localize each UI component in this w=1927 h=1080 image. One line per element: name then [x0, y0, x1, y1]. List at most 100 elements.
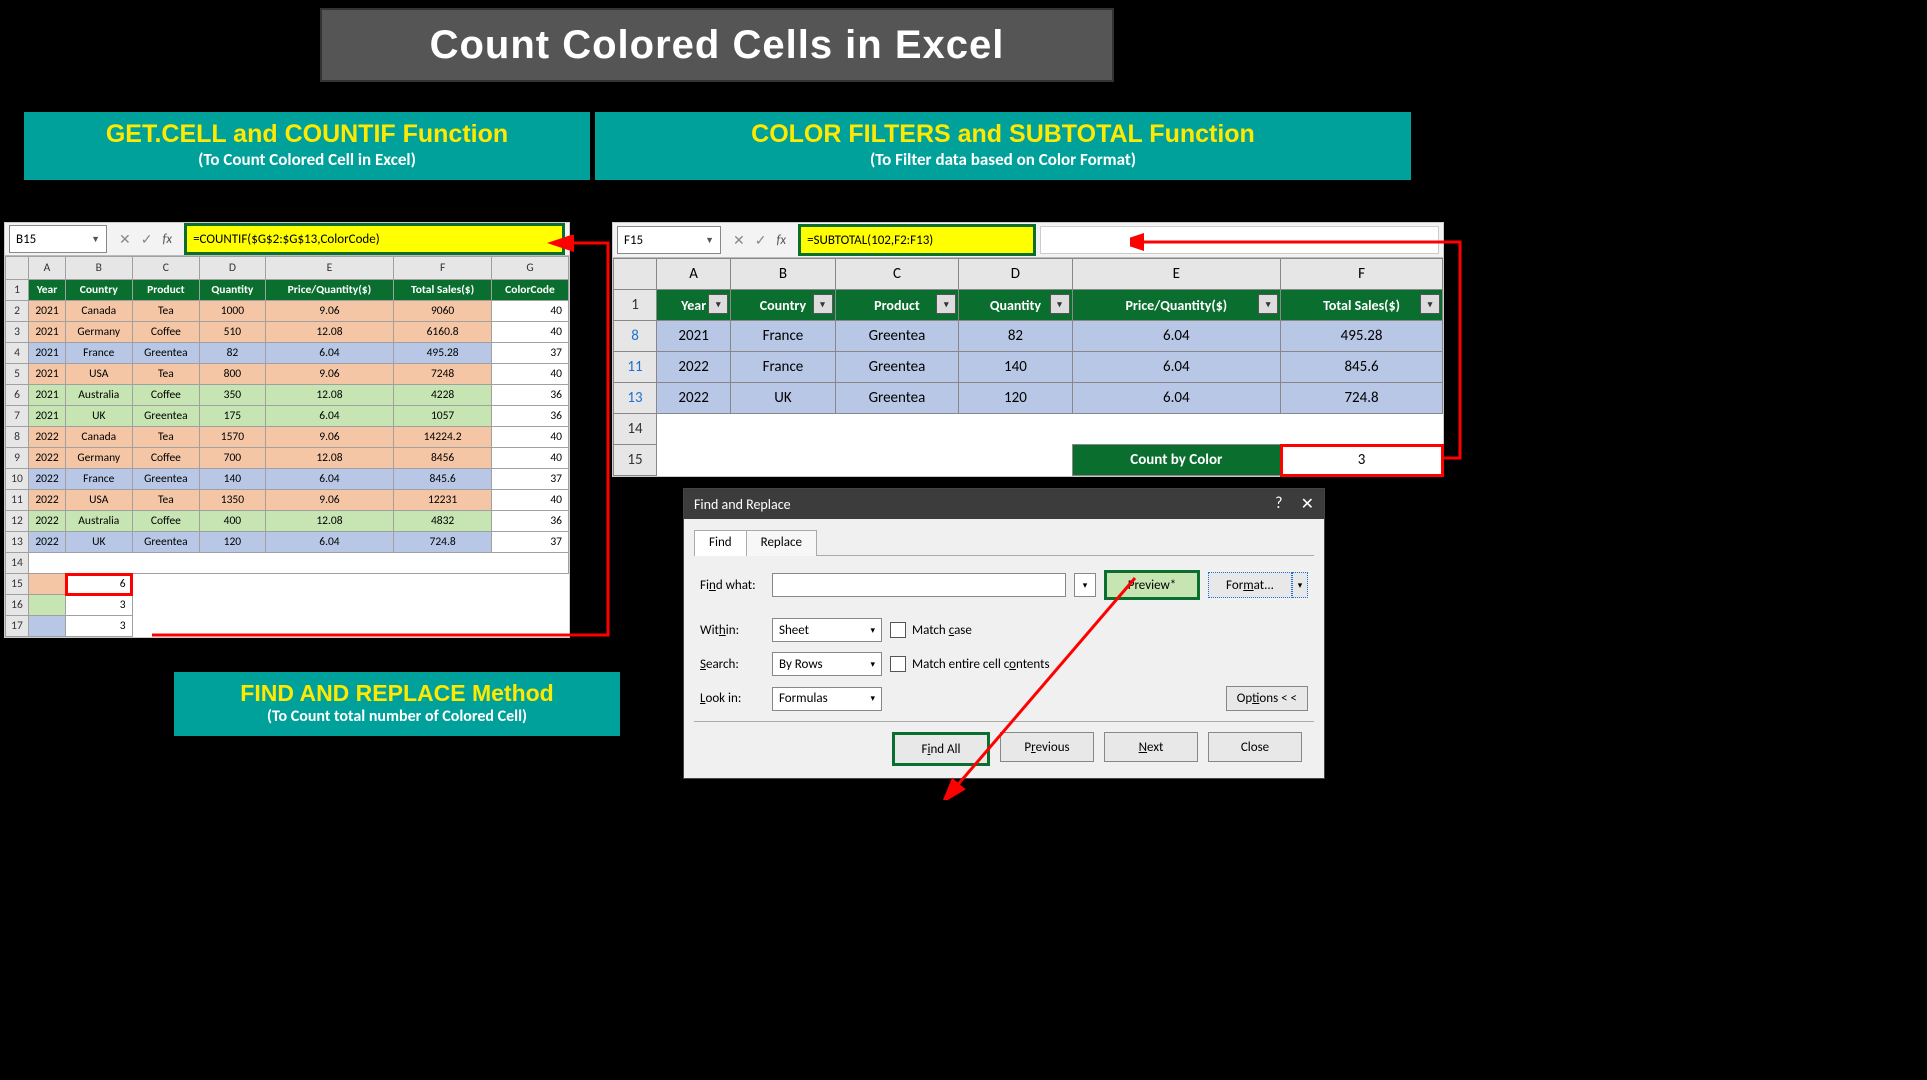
cell[interactable]: 1350 — [200, 490, 265, 511]
col-header[interactable]: E — [265, 257, 394, 280]
filter-button[interactable]: ▾ — [1420, 294, 1440, 314]
row-header[interactable]: 2 — [6, 301, 29, 322]
row-header[interactable]: 15 — [614, 445, 657, 476]
cell[interactable]: 495.28 — [394, 343, 492, 364]
cell[interactable]: 40 — [491, 490, 568, 511]
row-header[interactable]: 17 — [6, 616, 29, 637]
formula-input[interactable]: =COUNTIF($G$2:$G$13,ColorCode) — [184, 223, 565, 255]
cell[interactable]: 40 — [491, 364, 568, 385]
table-header-cell[interactable]: Quantity — [200, 280, 265, 301]
cell[interactable]: Australia — [66, 511, 133, 532]
table-header-cell[interactable]: Total Sales($)▾ — [1281, 290, 1443, 321]
cell[interactable]: UK — [66, 532, 133, 553]
cell[interactable]: 12.08 — [265, 511, 394, 532]
cell[interactable] — [29, 553, 569, 574]
col-header[interactable]: D — [959, 259, 1072, 290]
cell[interactable]: Coffee — [132, 322, 200, 343]
cell[interactable]: 2021 — [657, 321, 731, 352]
cell[interactable]: 36 — [491, 385, 568, 406]
cell[interactable]: 1000 — [200, 301, 265, 322]
cell[interactable]: 12.08 — [265, 385, 394, 406]
cell[interactable]: 3 — [66, 595, 133, 616]
col-header[interactable]: B — [731, 259, 835, 290]
cell[interactable]: 6.04 — [1072, 383, 1281, 414]
cell[interactable] — [29, 595, 66, 616]
cell[interactable]: 845.6 — [1281, 352, 1443, 383]
cell[interactable]: 2022 — [29, 469, 66, 490]
cell[interactable]: 845.6 — [394, 469, 492, 490]
col-header[interactable]: B — [66, 257, 133, 280]
name-box[interactable]: F15 ▼ — [617, 226, 721, 254]
table-header-cell[interactable]: Price/Quantity($) — [265, 280, 394, 301]
find-all-button[interactable]: Find All — [892, 732, 990, 766]
format-dropdown[interactable]: ▾ — [1292, 572, 1308, 598]
cell[interactable]: Coffee — [132, 448, 200, 469]
cell[interactable]: Greentea — [835, 383, 959, 414]
row-header[interactable]: 1 — [614, 290, 657, 321]
cell[interactable]: 1057 — [394, 406, 492, 427]
filter-button[interactable]: ▾ — [1258, 294, 1278, 314]
col-header[interactable]: A — [29, 257, 66, 280]
cell[interactable]: 12231 — [394, 490, 492, 511]
col-header[interactable]: C — [132, 257, 200, 280]
chevron-down-icon[interactable]: ▼ — [91, 234, 100, 245]
tab-find[interactable]: Find — [694, 530, 747, 556]
check-icon[interactable]: ✓ — [755, 232, 767, 249]
col-header[interactable]: F — [1281, 259, 1443, 290]
row-header[interactable]: 13 — [6, 532, 29, 553]
filter-button[interactable]: ▾ — [813, 294, 833, 314]
cell[interactable]: Germany — [66, 448, 133, 469]
cell[interactable]: 36 — [491, 406, 568, 427]
cell[interactable]: Tea — [132, 490, 200, 511]
table-header-cell[interactable]: Quantity▾ — [959, 290, 1072, 321]
select-all-cell[interactable] — [6, 257, 29, 280]
cell[interactable]: 14224.2 — [394, 427, 492, 448]
cell[interactable]: UK — [66, 406, 133, 427]
count-label-cell[interactable]: Count by Color — [1072, 445, 1281, 476]
cell[interactable]: Canada — [66, 427, 133, 448]
cell[interactable]: 40 — [491, 301, 568, 322]
row-header[interactable]: 8 — [614, 321, 657, 352]
cell[interactable]: 2021 — [29, 385, 66, 406]
row-header[interactable]: 15 — [6, 574, 29, 595]
cell[interactable]: 495.28 — [1281, 321, 1443, 352]
cell[interactable]: 2022 — [29, 448, 66, 469]
cell[interactable]: 9.06 — [265, 427, 394, 448]
cell[interactable]: Greentea — [132, 343, 200, 364]
cell[interactable]: Coffee — [132, 385, 200, 406]
fx-icon[interactable]: fx — [776, 233, 786, 248]
cell[interactable]: 40 — [491, 427, 568, 448]
cell[interactable]: 2022 — [29, 532, 66, 553]
result-cell[interactable]: 6 — [66, 574, 133, 595]
cell[interactable]: 82 — [200, 343, 265, 364]
cell[interactable]: 3 — [66, 616, 133, 637]
find-what-input[interactable] — [772, 573, 1066, 597]
cell[interactable]: 724.8 — [394, 532, 492, 553]
cell[interactable]: 120 — [200, 532, 265, 553]
table-header-cell[interactable]: Year▾ — [657, 290, 731, 321]
cell[interactable]: UK — [731, 383, 835, 414]
cell[interactable]: 2022 — [29, 490, 66, 511]
cell[interactable]: 350 — [200, 385, 265, 406]
cell[interactable]: France — [731, 352, 835, 383]
cell[interactable]: 2022 — [29, 511, 66, 532]
cell[interactable] — [29, 574, 66, 595]
cell[interactable]: USA — [66, 490, 133, 511]
table-header-cell[interactable]: Product — [132, 280, 200, 301]
cell[interactable]: 9.06 — [265, 490, 394, 511]
formula-input[interactable]: =SUBTOTAL(102,F2:F13) — [798, 224, 1036, 256]
fx-icon[interactable]: fx — [162, 232, 172, 247]
lookin-select[interactable]: Formulas▾ — [772, 687, 882, 711]
row-header[interactable]: 11 — [614, 352, 657, 383]
filter-button[interactable]: ▾ — [936, 294, 956, 314]
cell[interactable]: 6.04 — [1072, 352, 1281, 383]
cell[interactable]: 37 — [491, 532, 568, 553]
cell[interactable]: Greentea — [132, 469, 200, 490]
cell[interactable]: 700 — [200, 448, 265, 469]
close-button[interactable]: Close — [1208, 732, 1302, 762]
cell[interactable]: France — [731, 321, 835, 352]
col-header[interactable]: F — [394, 257, 492, 280]
cell[interactable]: Greentea — [835, 352, 959, 383]
cell[interactable]: Germany — [66, 322, 133, 343]
row-header[interactable]: 8 — [6, 427, 29, 448]
